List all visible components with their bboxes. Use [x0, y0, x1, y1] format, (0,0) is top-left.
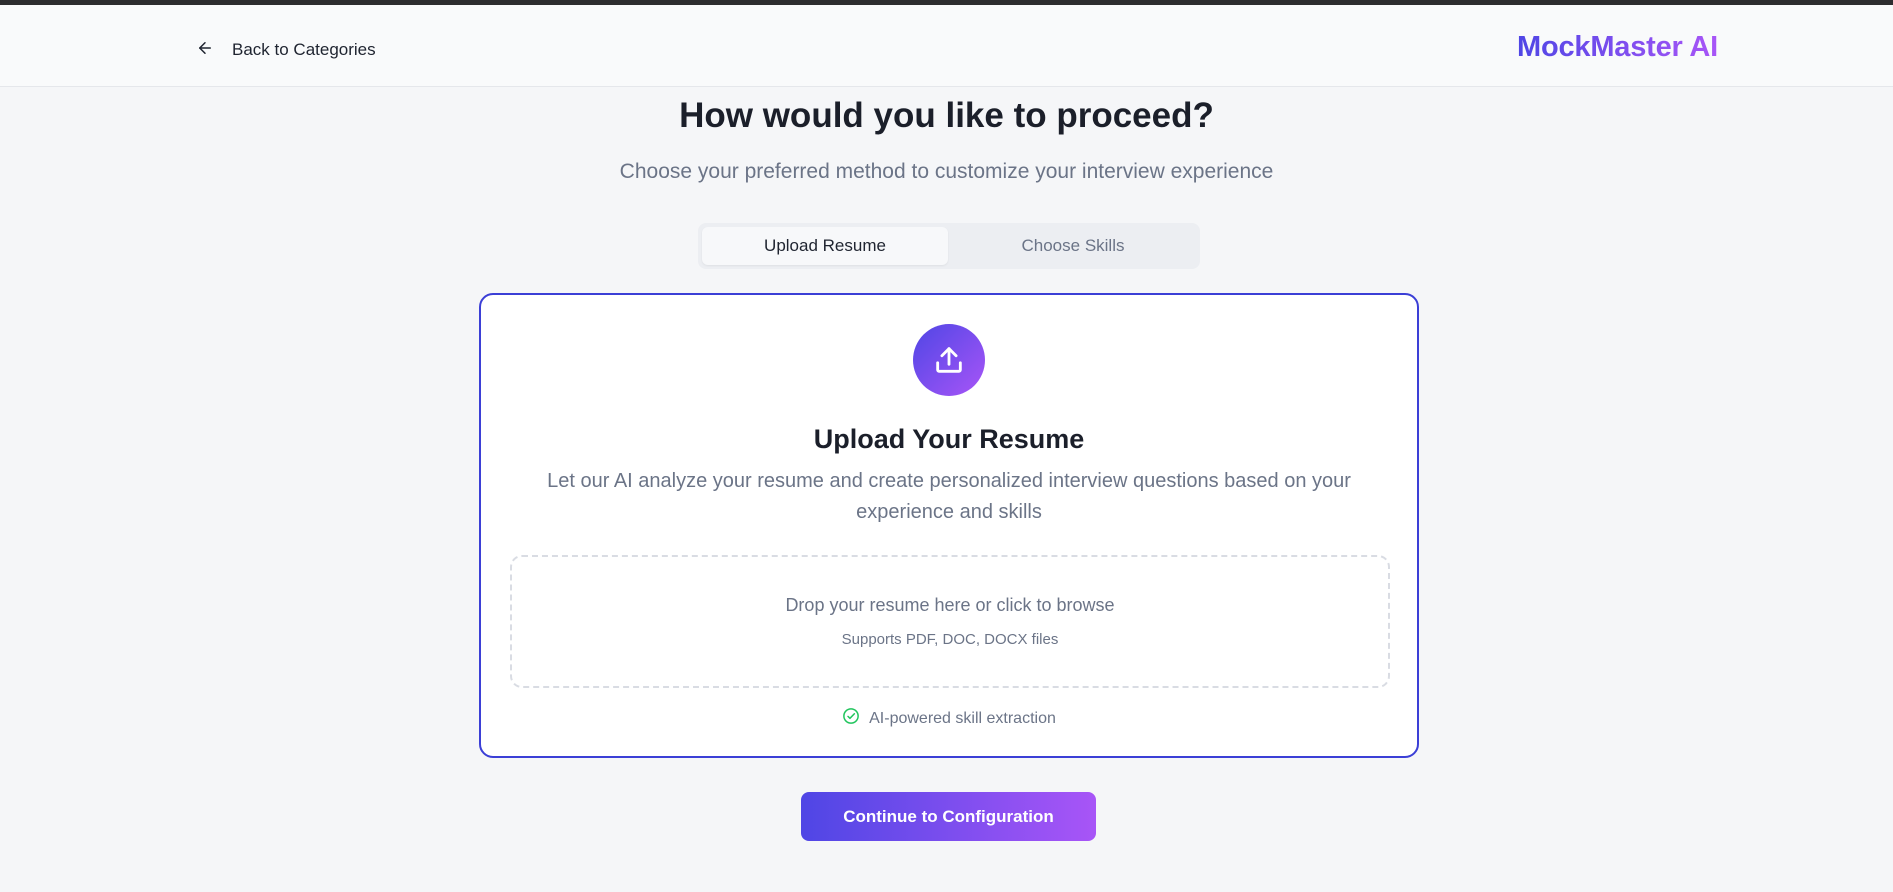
brand-logo[interactable]: MockMaster AI	[1517, 31, 1718, 64]
card-title: Upload Your Resume	[813, 424, 1085, 454]
top-header: Back to Categories MockMaster AI	[0, 5, 1893, 87]
upload-resume-card: Upload Your Resume Let our AI analyze yo…	[479, 293, 1419, 758]
tab-upload-resume[interactable]: Upload Resume	[702, 227, 948, 265]
dropzone-main-text: Drop your resume here or click to browse	[785, 595, 1115, 615]
resume-dropzone[interactable]: Drop your resume here or click to browse…	[510, 555, 1390, 688]
upload-icon	[913, 324, 985, 396]
back-to-categories-link[interactable]: Back to Categories	[196, 35, 376, 65]
arrow-left-icon	[196, 39, 214, 62]
feature-note: AI-powered skill extraction	[481, 707, 1417, 730]
method-tabs: Upload Resume Choose Skills	[698, 223, 1200, 269]
page-subtitle: Choose your preferred method to customiz…	[619, 160, 1274, 183]
card-description: Let our AI analyze your resume and creat…	[547, 470, 1351, 523]
page-title: How would you like to proceed?	[679, 96, 1214, 135]
check-circle-icon	[842, 707, 860, 730]
back-link-label: Back to Categories	[232, 40, 376, 59]
dropzone-supported-formats: Supports PDF, DOC, DOCX files	[841, 631, 1059, 648]
continue-to-configuration-button[interactable]: Continue to Configuration	[801, 792, 1096, 841]
feature-label: AI-powered skill extraction	[869, 709, 1056, 727]
tab-choose-skills[interactable]: Choose Skills	[950, 227, 1196, 265]
